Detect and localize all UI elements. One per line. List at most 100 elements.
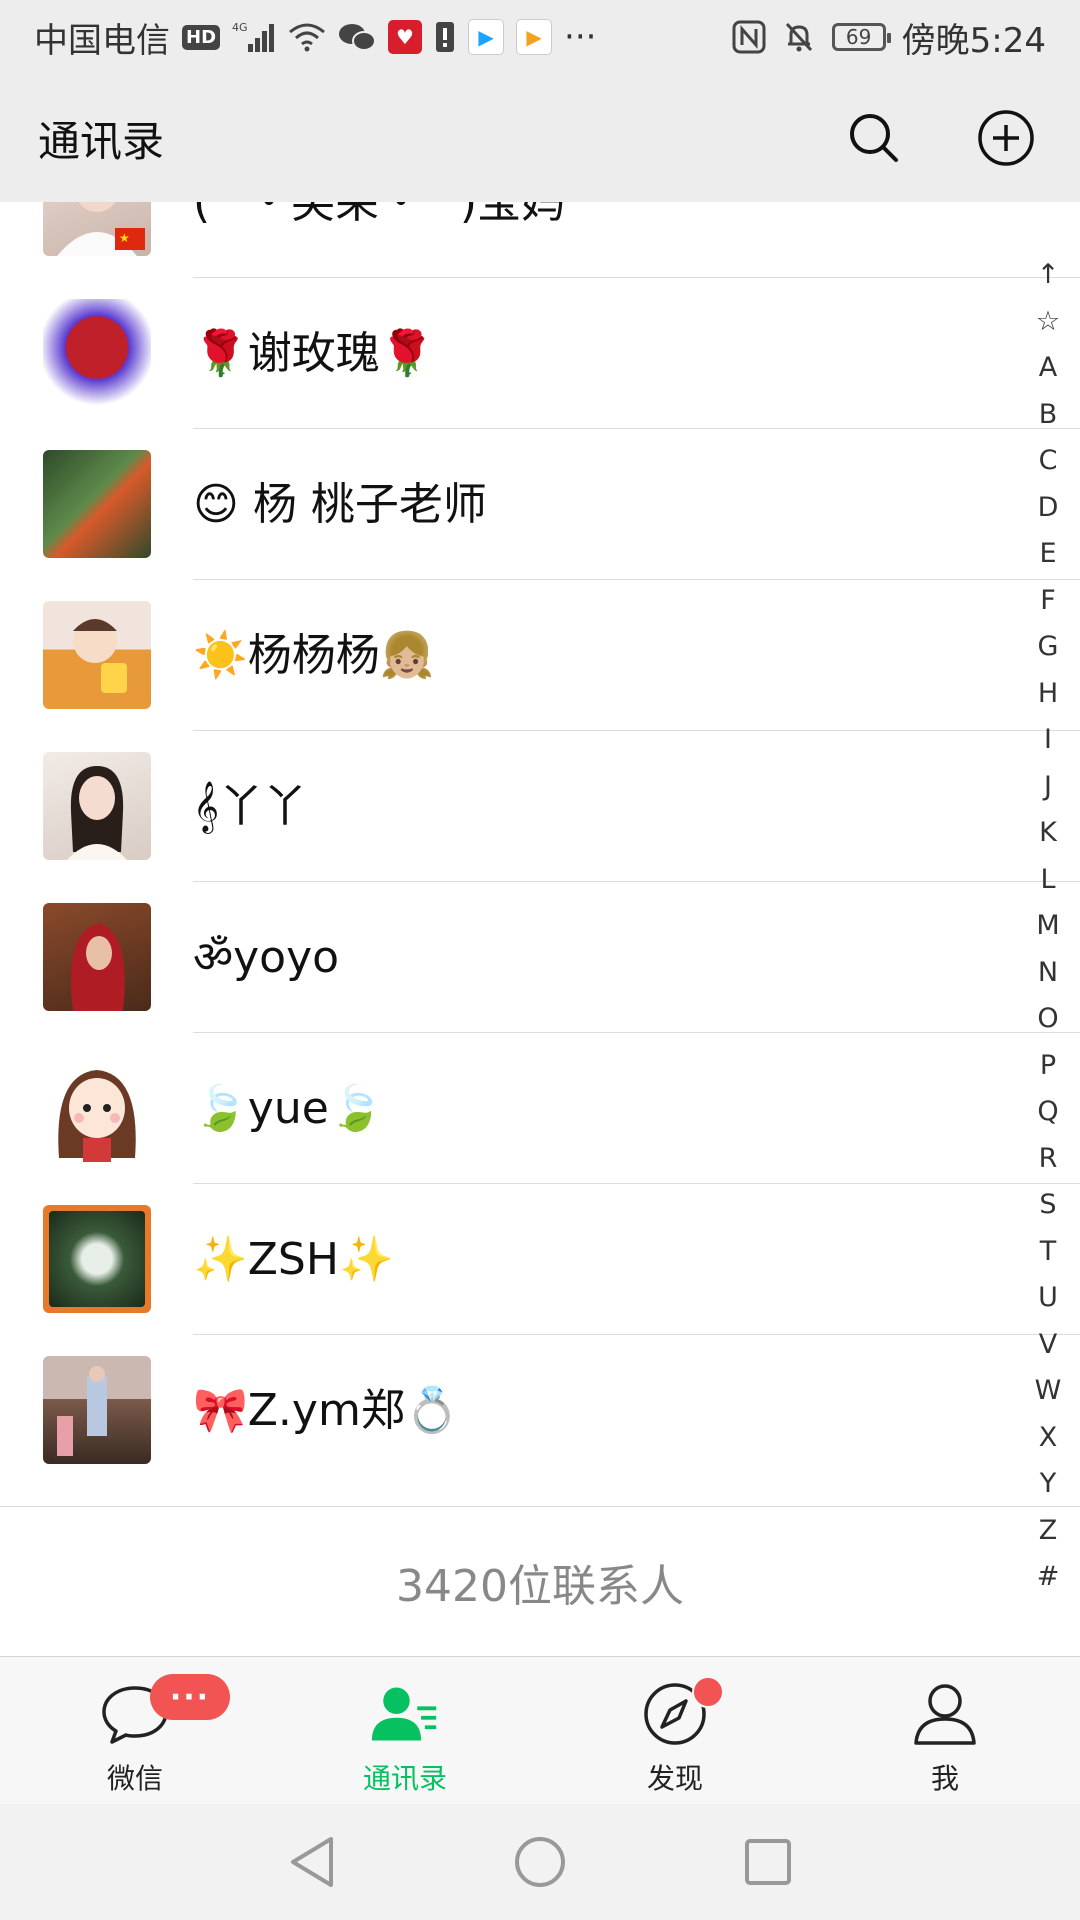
tab-chats[interactable]: 微信 ··· [0, 1657, 270, 1804]
avatar [43, 1054, 151, 1162]
status-right: 69 傍晚5:24 [732, 13, 1046, 62]
index-letter[interactable]: J [1044, 764, 1052, 811]
contact-list[interactable]: ★ (^・笑朵・^)宝妈 🌹谢玫瑰🌹 😊 杨 桃子老师 ☀️杨杨杨👧🏼 𝄞丫丫 … [0, 202, 1080, 1506]
back-icon[interactable] [282, 1832, 342, 1892]
contact-name: ✨ZSH✨ [193, 1234, 394, 1285]
index-letter[interactable]: B [1039, 392, 1058, 439]
index-letter[interactable]: F [1040, 578, 1056, 625]
avatar [43, 752, 151, 860]
avatar [43, 1205, 151, 1313]
index-letter[interactable]: A [1039, 345, 1057, 392]
index-letter[interactable]: G [1038, 624, 1059, 671]
list-item[interactable]: ✨ZSH✨ [0, 1184, 1080, 1335]
contact-name: 😊 杨 桃子老师 [193, 479, 487, 530]
header-actions [844, 108, 1036, 168]
index-letter[interactable]: H [1038, 671, 1058, 718]
index-letter[interactable]: K [1039, 810, 1057, 857]
alert-icon [434, 20, 456, 54]
hd-icon: HD [182, 24, 221, 50]
battery-icon: 69 [831, 23, 891, 51]
status-bar: 中国电信 HD 4G ♥ ▶ ▶ ··· 69 傍晚5:24 [0, 0, 1080, 74]
tab-label: 微信 [106, 1762, 163, 1795]
avatar [43, 299, 151, 407]
index-letter[interactable]: Z [1039, 1508, 1058, 1555]
list-item[interactable]: 😊 杨 桃子老师 [0, 429, 1080, 580]
tab-label: 我 [930, 1762, 959, 1795]
mute-icon [782, 20, 816, 54]
index-letter[interactable]: M [1036, 903, 1059, 950]
index-letter[interactable]: ☆ [1036, 299, 1060, 346]
index-letter[interactable]: L [1040, 857, 1055, 904]
index-letter[interactable]: R [1039, 1136, 1058, 1183]
index-letter[interactable]: S [1039, 1182, 1056, 1229]
unread-badge: ··· [150, 1674, 230, 1720]
contact-name: 🎀Z.ym郑💍 [193, 1385, 460, 1436]
bottom-tab-bar: 微信 ··· 通讯录 发现 我 [0, 1656, 1080, 1804]
avatar [43, 903, 151, 1011]
index-letter[interactable]: W [1035, 1368, 1062, 1415]
home-icon[interactable] [510, 1832, 570, 1892]
svg-text:★: ★ [119, 231, 130, 245]
index-letter[interactable]: C [1039, 438, 1058, 485]
tab-contacts[interactable]: 通讯录 [270, 1657, 540, 1804]
list-item[interactable]: ॐyoyo [0, 882, 1080, 1033]
list-item[interactable]: 𝄞丫丫 [0, 731, 1080, 882]
index-letter[interactable]: P [1040, 1043, 1056, 1090]
contact-name: 𝄞丫丫 [193, 781, 308, 832]
more-status-icon: ··· [564, 17, 597, 57]
avatar: ★ [43, 202, 151, 256]
index-letter[interactable]: O [1037, 996, 1058, 1043]
list-item[interactable]: ★ (^・笑朵・^)宝妈 [0, 202, 1080, 278]
heart-app-icon: ♥ [388, 20, 423, 54]
index-letter[interactable]: X [1039, 1415, 1058, 1462]
index-letter[interactable]: I [1044, 717, 1052, 764]
signal-icon: 4G [232, 20, 276, 54]
avatar [43, 601, 151, 709]
index-letter[interactable]: V [1039, 1322, 1057, 1369]
carrier-label: 中国电信 [34, 20, 170, 61]
app-header: 通讯录 [0, 74, 1080, 202]
status-left: 中国电信 HD 4G ♥ ▶ ▶ ··· [34, 13, 596, 62]
index-letter[interactable]: T [1040, 1229, 1057, 1276]
contact-count: 3420位联系人 [0, 1506, 1080, 1656]
list-item[interactable]: 🌹谢玫瑰🌹 [0, 278, 1080, 429]
tab-label: 发现 [646, 1762, 703, 1795]
index-letter[interactable]: U [1038, 1275, 1058, 1322]
alphabet-index[interactable]: ↑ ☆ A B C D E F G H I J K L M N O P Q R … [1024, 252, 1072, 1601]
video-app-icon: ▶ [516, 19, 553, 55]
contact-count-label: 3420位联系人 [396, 1560, 684, 1612]
battery-level: 69 [845, 25, 872, 49]
signal-label: 4G [232, 21, 248, 34]
contact-name: 🍃yue🍃 [193, 1083, 384, 1134]
page-title: 通讯录 [38, 116, 165, 166]
tab-me[interactable]: 我 [810, 1657, 1080, 1804]
contact-name: ॐyoyo [193, 932, 340, 983]
avatar [43, 1356, 151, 1464]
index-letter[interactable]: D [1038, 485, 1059, 532]
tab-label: 通讯录 [362, 1762, 447, 1795]
index-letter[interactable]: ↑ [1037, 252, 1060, 299]
contacts-icon [370, 1679, 440, 1749]
system-nav-bar [0, 1804, 1080, 1920]
index-letter[interactable]: Q [1037, 1089, 1058, 1136]
youku-icon: ▶ [468, 19, 505, 55]
contact-name: (^・笑朵・^)宝妈 [193, 202, 566, 228]
index-letter[interactable]: N [1038, 950, 1058, 997]
nfc-icon [732, 20, 766, 54]
contact-name: ☀️杨杨杨👧🏼 [193, 630, 435, 681]
index-letter[interactable]: E [1039, 531, 1056, 578]
index-letter[interactable]: Y [1040, 1461, 1057, 1508]
wechat-icon [338, 21, 377, 53]
list-item[interactable]: ☀️杨杨杨👧🏼 [0, 580, 1080, 731]
add-circle-icon[interactable] [976, 108, 1036, 168]
discover-red-dot [692, 1676, 724, 1708]
list-item[interactable]: 🎀Z.ym郑💍 [0, 1335, 1080, 1486]
tab-discover[interactable]: 发现 [540, 1657, 810, 1804]
recents-icon[interactable] [738, 1832, 798, 1892]
wifi-icon [288, 22, 326, 52]
status-time: 傍晚5:24 [901, 20, 1046, 61]
search-icon[interactable] [844, 108, 904, 168]
index-letter[interactable]: # [1037, 1554, 1060, 1601]
list-item[interactable]: 🍃yue🍃 [0, 1033, 1080, 1184]
avatar [43, 450, 151, 558]
